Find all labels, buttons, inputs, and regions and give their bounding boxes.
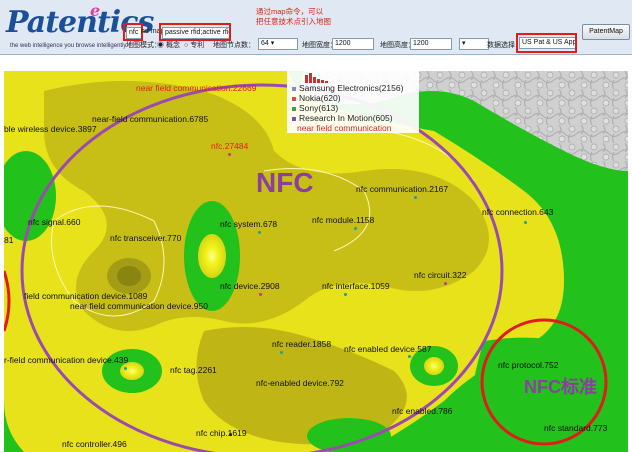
map-node-label[interactable]: nfc chip.1619 xyxy=(196,428,247,438)
map-node-dot[interactable] xyxy=(354,227,357,230)
width-input[interactable]: 1200 xyxy=(332,38,374,50)
nfc-big-label: NFC xyxy=(256,167,314,199)
patent-map[interactable]: Samsung Electronics(2156) Nokia(620) Son… xyxy=(4,71,628,452)
legend-label: Samsung Electronics(2156) xyxy=(299,83,403,93)
highlight-box-datasource xyxy=(516,33,577,53)
map-mode-label: 地图模式： xyxy=(126,40,161,50)
map-mode-radio-patent[interactable]: ○ 专利 xyxy=(184,40,204,50)
legend-item-sony: Sony(613) xyxy=(292,103,338,113)
map-node-dot[interactable] xyxy=(124,367,127,370)
map-node-dot[interactable] xyxy=(414,196,417,199)
logo-e-mark: e xyxy=(90,1,100,20)
map-node-label[interactable]: near field communication device.950 xyxy=(70,301,208,311)
map-node-label[interactable]: near field communication.22669 xyxy=(136,83,257,93)
map-node-dot[interactable] xyxy=(408,355,411,358)
datasource-select-arrow[interactable]: ▾ xyxy=(459,38,489,50)
legend-mini-bars xyxy=(303,71,343,83)
legend-item-nokia: Nokia(620) xyxy=(292,93,341,103)
map-node-label[interactable]: nfc enabled device.587 xyxy=(344,344,431,354)
map-node-dot[interactable] xyxy=(258,231,261,234)
legend-label: Research In Motion(605) xyxy=(299,113,393,123)
map-node-dot[interactable] xyxy=(444,282,447,285)
legend-swatch xyxy=(292,87,296,91)
annotation-note-line2: 把任意技术点引入地图 xyxy=(256,17,331,27)
map-legend: Samsung Electronics(2156) Nokia(620) Son… xyxy=(287,71,419,133)
map-node-label[interactable]: nfc module.1158 xyxy=(312,215,374,225)
map-mode-radio-concept[interactable]: ◉ 概念 xyxy=(157,40,180,50)
map-node-label[interactable]: nfc.27484 xyxy=(211,141,248,151)
legend-swatch xyxy=(292,107,296,111)
annotation-note: 通过map命令，可以 把任意技术点引入地图 xyxy=(256,7,331,27)
map-node-label[interactable]: near-field communication.6785 xyxy=(92,114,208,124)
radio-concept-label: 概念 xyxy=(166,42,180,49)
patentics-logo: Patentics e the web intelligence you bro… xyxy=(4,3,126,51)
legend-swatch xyxy=(292,97,296,101)
map-node-dot[interactable] xyxy=(259,293,262,296)
map-node-label[interactable]: nfc-enabled device.792 xyxy=(256,378,344,388)
map-node-label[interactable]: nfc transceiver.770 xyxy=(110,233,181,243)
map-node-label[interactable]: nfc communication.2167 xyxy=(356,184,448,194)
map-node-label[interactable]: nfc reader.1858 xyxy=(272,339,331,349)
nodes-label: 地图节点数： xyxy=(213,40,255,50)
map-node-label[interactable]: nfc signal.660 xyxy=(28,217,80,227)
map-node-label[interactable]: nfc controller.496 xyxy=(62,439,127,449)
map-node-label[interactable]: 81 xyxy=(4,235,13,245)
legend-item-rim: Research In Motion(605) xyxy=(292,113,393,123)
map-node-label[interactable]: nfc circuit.322 xyxy=(414,270,466,280)
height-input[interactable]: 1200 xyxy=(410,38,452,50)
highlight-box-query xyxy=(123,23,143,41)
radio-patent-label: 专利 xyxy=(190,42,204,49)
map-node-label[interactable]: ble wireless device.3897 xyxy=(4,124,97,134)
nodes-select[interactable]: 64 ▾ xyxy=(258,38,298,50)
legend-extra: near field communication xyxy=(297,123,392,133)
highlight-box-map-terms xyxy=(159,23,231,41)
map-node-dot[interactable] xyxy=(344,293,347,296)
legend-swatch xyxy=(292,117,296,121)
legend-label: Nokia(620) xyxy=(299,93,341,103)
map-node-label[interactable]: nfc protocol.752 xyxy=(498,360,558,370)
legend-item-samsung: Samsung Electronics(2156) xyxy=(292,83,403,93)
datasource-label: 数据选择 xyxy=(487,40,515,50)
legend-label: Sony(613) xyxy=(299,103,338,113)
map-node-label[interactable]: nfc device.2908 xyxy=(220,281,280,291)
nodes-select-value: 64 xyxy=(261,40,269,47)
map-node-dot[interactable] xyxy=(280,351,283,354)
map-node-label[interactable]: nfc tag.2261 xyxy=(170,365,217,375)
logo-tagline: the web intelligence you browse intellig… xyxy=(10,43,126,49)
map-node-label[interactable]: nfc connection.643 xyxy=(482,207,553,217)
map-node-label[interactable]: r-field communication device.439 xyxy=(4,355,128,365)
map-node-label[interactable]: nfc interface.1059 xyxy=(322,281,390,291)
map-node-dot[interactable] xyxy=(228,153,231,156)
map-node-label[interactable]: field communication device.1089 xyxy=(24,291,147,301)
nfc-standard-big-label: NFC标准 xyxy=(524,373,597,399)
annotation-note-line1: 通过map命令，可以 xyxy=(256,7,331,17)
map-node-label[interactable]: nfc standard.773 xyxy=(544,423,607,433)
map-node-label[interactable]: nfc system.678 xyxy=(220,219,277,229)
map-node-dot[interactable] xyxy=(229,433,232,436)
map-node-label[interactable]: nfc enabled.786 xyxy=(392,406,453,416)
map-node-dot[interactable] xyxy=(524,221,527,224)
patentmap-button[interactable]: PatentMap xyxy=(582,24,630,40)
toolbar: Patentics e the web intelligence you bro… xyxy=(0,0,632,55)
